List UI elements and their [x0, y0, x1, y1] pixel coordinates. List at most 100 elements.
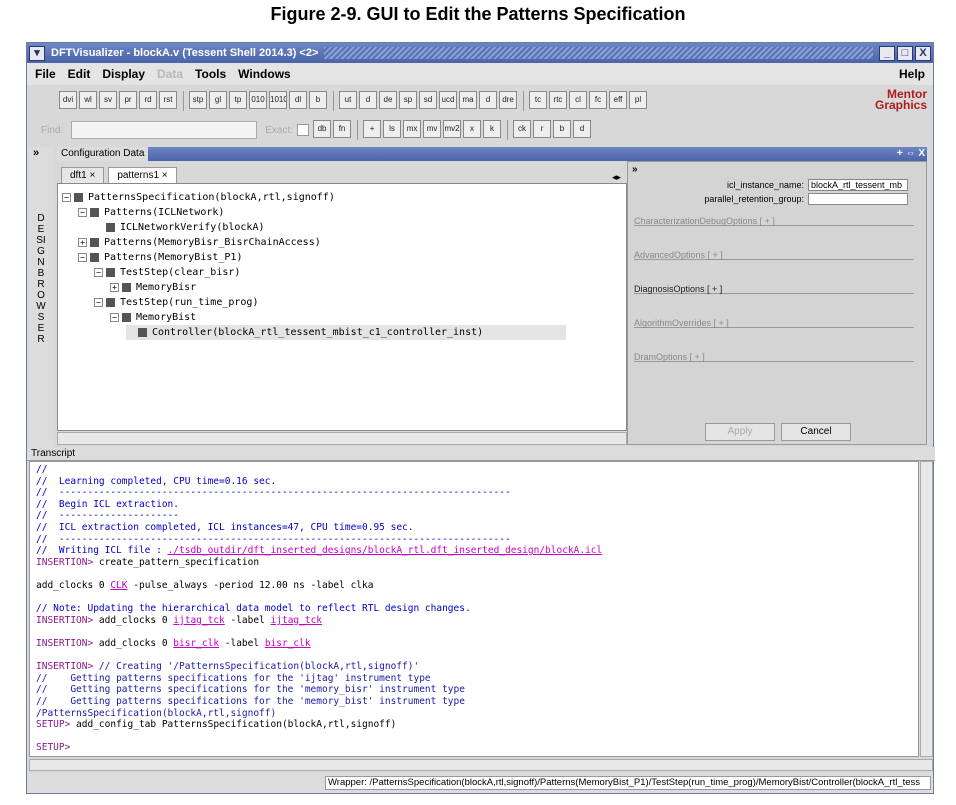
- transcript-link[interactable]: bisr_clk: [173, 638, 219, 649]
- cancel-button[interactable]: Cancel: [781, 423, 851, 441]
- toolbar-button[interactable]: ma: [459, 91, 477, 109]
- maximize-button[interactable]: □: [897, 45, 913, 61]
- collapse-icon[interactable]: −: [94, 298, 103, 307]
- tab-nav-arrows[interactable]: ◂▸: [612, 172, 621, 183]
- toolbar-button[interactable]: ut: [339, 91, 357, 109]
- tree-node[interactable]: − PatternsSpecification(blockA,rtl,signof…: [62, 190, 335, 205]
- collapse-icon[interactable]: −: [62, 193, 71, 202]
- find-toolbar-button[interactable]: b: [553, 120, 572, 138]
- find-toolbar-button[interactable]: mv2: [443, 120, 462, 138]
- toolbar-button[interactable]: gl: [209, 91, 227, 109]
- expand-sidebar-icon[interactable]: »: [29, 147, 53, 159]
- transcript-horizontal-scrollbar[interactable]: [29, 759, 933, 771]
- options-section[interactable]: CharacterizationDebugOptions [ + ]: [634, 216, 914, 226]
- menu-edit[interactable]: Edit: [68, 67, 91, 81]
- tree-node[interactable]: − MemoryBist: [110, 310, 196, 325]
- property-value-field[interactable]: blockA_rtl_tessent_mb: [808, 179, 908, 191]
- toolbar-button[interactable]: rst: [159, 91, 177, 109]
- options-section[interactable]: AlgorithmOverrides [ + ]: [634, 318, 914, 328]
- tab-close-icon[interactable]: ×: [89, 170, 95, 181]
- find-toolbar-button[interactable]: r: [533, 120, 552, 138]
- toolbar-button[interactable]: b: [309, 91, 327, 109]
- find-toolbar-button[interactable]: x: [463, 120, 482, 138]
- options-section[interactable]: DramOptions [ + ]: [634, 352, 914, 362]
- toolbar-button[interactable]: d: [359, 91, 377, 109]
- window-menu-icon[interactable]: ▾: [29, 45, 45, 61]
- collapse-icon[interactable]: −: [94, 268, 103, 277]
- options-section[interactable]: DiagnosisOptions [ + ]: [634, 284, 914, 294]
- toolbar-button[interactable]: de: [379, 91, 397, 109]
- toolbar-button[interactable]: stp: [189, 91, 207, 109]
- toolbar-button[interactable]: rtc: [549, 91, 567, 109]
- tree-horizontal-scrollbar[interactable]: [57, 432, 627, 445]
- toolbar-button[interactable]: 010: [249, 91, 267, 109]
- toolbar-button[interactable]: pl: [629, 91, 647, 109]
- find-toolbar-button[interactable]: d: [573, 120, 592, 138]
- toolbar-button[interactable]: eff: [609, 91, 627, 109]
- menu-display[interactable]: Display: [102, 67, 145, 81]
- toolbar-button[interactable]: rd: [139, 91, 157, 109]
- tab-dft1[interactable]: dft1 ×: [61, 167, 105, 183]
- toolbar-button[interactable]: tp: [229, 91, 247, 109]
- menu-file[interactable]: File: [35, 67, 56, 81]
- toolbar-button[interactable]: tc: [529, 91, 547, 109]
- design-browser-sidebar[interactable]: » DESIGN BROWSER: [29, 147, 53, 452]
- tree-node[interactable]: − Patterns(ICLNetwork): [78, 205, 224, 220]
- collapse-panel-icon[interactable]: »: [632, 164, 638, 175]
- tree-node[interactable]: + Patterns(MemoryBisr_BisrChainAccess): [78, 235, 321, 250]
- minimize-button[interactable]: _: [879, 45, 895, 61]
- find-toolbar-button[interactable]: ck: [513, 120, 532, 138]
- apply-button[interactable]: Apply: [705, 423, 775, 441]
- find-input[interactable]: [71, 121, 258, 139]
- menu-tools[interactable]: Tools: [195, 67, 226, 81]
- options-section[interactable]: AdvancedOptions [ + ]: [634, 250, 914, 260]
- toolbar-button[interactable]: fc: [589, 91, 607, 109]
- property-value-field[interactable]: [808, 193, 908, 205]
- transcript-link[interactable]: ijtag_tck: [173, 615, 224, 626]
- find-toolbar-button[interactable]: k: [483, 120, 502, 138]
- transcript-link[interactable]: ./tsdb_outdir/dft_inserted_designs/block…: [168, 545, 603, 556]
- close-button[interactable]: X: [915, 45, 931, 61]
- exact-checkbox[interactable]: [297, 124, 310, 136]
- transcript-link[interactable]: bisr_clk: [265, 638, 311, 649]
- tab-patterns1[interactable]: patterns1 ×: [108, 167, 177, 183]
- transcript-vertical-scrollbar[interactable]: [920, 461, 933, 757]
- collapse-icon[interactable]: −: [78, 208, 87, 217]
- toolbar-button[interactable]: 1010: [269, 91, 287, 109]
- toolbar-button[interactable]: dl: [289, 91, 307, 109]
- tree-node[interactable]: − TestStep(clear_bisr): [94, 265, 240, 280]
- toolbar-button[interactable]: cl: [569, 91, 587, 109]
- toolbar-button[interactable]: sv: [99, 91, 117, 109]
- find-toolbar-button[interactable]: fn: [333, 120, 352, 138]
- tree-node[interactable]: Controller(blockA_rtl_tessent_mbist_c1_c…: [126, 325, 566, 340]
- toolbar-button[interactable]: ucd: [439, 91, 457, 109]
- menu-help[interactable]: Help: [899, 67, 925, 81]
- find-toolbar-button[interactable]: ls: [383, 120, 402, 138]
- patterns-tree[interactable]: − PatternsSpecification(blockA,rtl,signof…: [57, 183, 627, 431]
- transcript-link[interactable]: CLK: [110, 580, 127, 591]
- tree-node[interactable]: − TestStep(run_time_prog): [94, 295, 258, 310]
- tab-close-icon[interactable]: ×: [162, 170, 168, 181]
- transcript-console[interactable]: //// Learning completed, CPU time=0.16 s…: [29, 461, 919, 757]
- collapse-icon[interactable]: −: [78, 253, 87, 262]
- find-toolbar-button[interactable]: mx: [403, 120, 422, 138]
- toolbar-button[interactable]: dvi: [59, 91, 77, 109]
- expand-icon[interactable]: +: [110, 283, 119, 292]
- toolbar-button[interactable]: pr: [119, 91, 137, 109]
- config-panel-controls[interactable]: + ⇔ X: [897, 147, 925, 161]
- window-titlebar[interactable]: ▾ DFTVisualizer - blockA.v (Tessent Shel…: [27, 43, 933, 63]
- toolbar-button[interactable]: dre: [499, 91, 517, 109]
- find-toolbar-button[interactable]: +: [363, 120, 382, 138]
- tree-node[interactable]: − Patterns(MemoryBist_P1): [78, 250, 242, 265]
- tree-node[interactable]: ICLNetworkVerify(blockA): [94, 220, 265, 235]
- collapse-icon[interactable]: −: [110, 313, 119, 322]
- transcript-link[interactable]: ijtag_tck: [271, 615, 322, 626]
- toolbar-button[interactable]: d: [479, 91, 497, 109]
- menu-windows[interactable]: Windows: [238, 67, 291, 81]
- tree-node[interactable]: + MemoryBisr: [110, 280, 196, 295]
- find-toolbar-button[interactable]: db: [313, 120, 332, 138]
- find-toolbar-button[interactable]: mv: [423, 120, 442, 138]
- expand-icon[interactable]: +: [78, 238, 87, 247]
- toolbar-button[interactable]: sp: [399, 91, 417, 109]
- toolbar-button[interactable]: sd: [419, 91, 437, 109]
